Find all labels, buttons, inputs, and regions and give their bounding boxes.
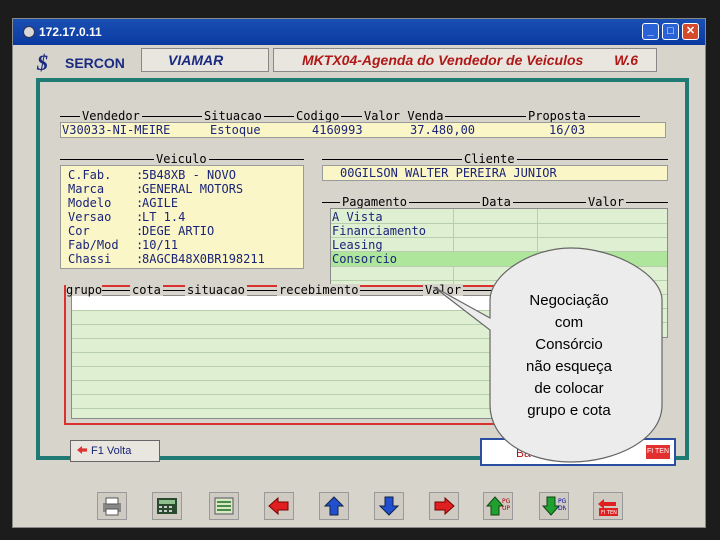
balloon-line: Consórcio	[535, 336, 603, 353]
balloon-text: Negociação com Consórcio não esqueça de …	[498, 290, 640, 422]
balloon-line: grupo e cota	[527, 402, 611, 419]
speech-balloon	[433, 247, 663, 463]
balloon-line: com	[554, 314, 584, 331]
balloon-line: de colocar	[534, 380, 604, 397]
balloon-line: não esqueça	[526, 358, 612, 375]
balloon-line: Negociação	[529, 292, 609, 309]
